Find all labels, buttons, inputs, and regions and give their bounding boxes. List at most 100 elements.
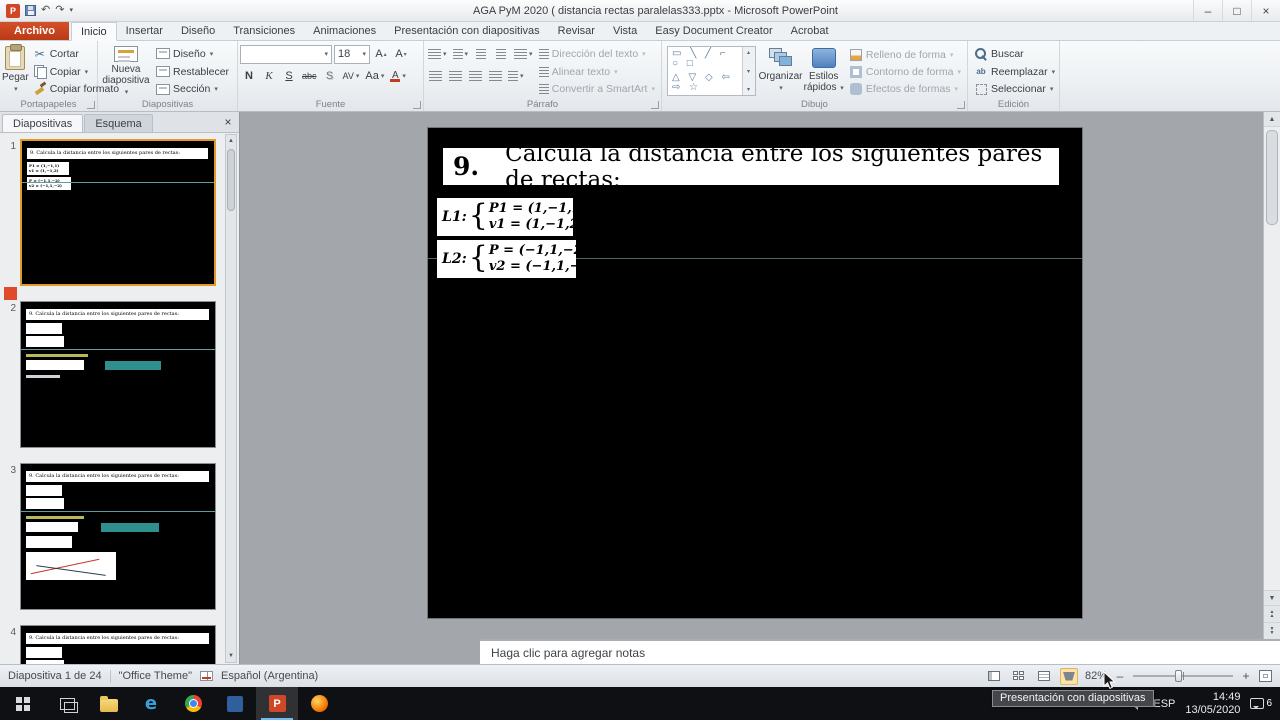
tab-presentacion[interactable]: Presentación con diapositivas xyxy=(385,22,549,40)
keyboard-language[interactable]: ESP xyxy=(1153,698,1175,710)
columns-button[interactable]: ▾ xyxy=(506,67,526,85)
next-slide-button[interactable]: ▼ ▼ xyxy=(1264,622,1280,639)
align-text-button[interactable]: Alinear texto ▾ xyxy=(535,63,659,81)
text-shadow-button[interactable]: S xyxy=(321,67,339,85)
normal-view-button[interactable] xyxy=(985,668,1003,685)
dialog-launcher-icon[interactable] xyxy=(957,101,965,109)
scrollbar-thumb[interactable] xyxy=(1266,130,1278,225)
select-button[interactable]: Seleccionar ▾ xyxy=(970,80,1059,98)
scroll-down-icon[interactable]: ▼ xyxy=(228,650,234,662)
slide-thumbnail-1[interactable]: 1 9. Calcula la distancia entre los sigu… xyxy=(2,139,223,286)
decrease-indent-button[interactable] xyxy=(472,45,490,63)
panel-close-icon[interactable]: × xyxy=(219,112,237,132)
layout-button[interactable]: Diseño ▾ xyxy=(152,45,233,63)
align-center-button[interactable] xyxy=(446,67,464,85)
tab-easy-document-creator[interactable]: Easy Document Creator xyxy=(646,22,781,40)
scroll-down-icon[interactable]: ▼ xyxy=(1264,590,1280,605)
redo-icon[interactable]: ↷ xyxy=(55,5,64,16)
slide-sorter-view-button[interactable] xyxy=(1010,668,1028,685)
convert-smartart-button[interactable]: Convertir a SmartArt ▾ xyxy=(535,80,659,98)
maximize-button[interactable]: □ xyxy=(1222,0,1251,21)
slide-thumbnail-4[interactable]: 4 9. Calcula la distancia entre los sigu… xyxy=(2,625,223,664)
align-left-button[interactable] xyxy=(426,67,444,85)
language-indicator[interactable]: Español (Argentina) xyxy=(221,670,318,682)
line2-textbox[interactable]: L2: { P = (−1,1,−2) v2 = (−1,1,−2) xyxy=(437,240,596,278)
thumbnails-scrollbar[interactable]: ▲ ▼ xyxy=(225,134,237,663)
slide-thumbnail-2[interactable]: 2 9. Calcula la distancia entre los sigu… xyxy=(2,301,223,448)
tab-insertar[interactable]: Insertar xyxy=(117,22,172,40)
thumbnail-canvas[interactable]: 9. Calcula la distancia entre los siguie… xyxy=(20,463,216,610)
tab-archivo[interactable]: Archivo xyxy=(0,22,69,40)
font-family-combo[interactable]: ▾ xyxy=(240,44,332,64)
reading-view-button[interactable] xyxy=(1035,668,1053,685)
bullets-button[interactable]: ▾ xyxy=(426,45,449,63)
scroll-up-icon[interactable]: ▲ xyxy=(1264,112,1280,127)
editor-scrollbar[interactable]: ▲ ▼ ▲ ▲ ▼ ▼ xyxy=(1263,112,1280,639)
scroll-down-icon[interactable]: ▾ xyxy=(747,68,750,75)
clock[interactable]: 14:49 13/05/2020 xyxy=(1185,691,1240,717)
chrome-button[interactable] xyxy=(172,687,214,720)
scroll-up-icon[interactable]: ▴ xyxy=(747,49,750,56)
gallery-more-icon[interactable]: ▾ xyxy=(747,86,750,93)
shrink-font-button[interactable]: A ▾ xyxy=(392,45,410,63)
slide-thumbnail-3[interactable]: 3 9. Calcula la distancia entre los sigu… xyxy=(2,463,223,610)
thumbnail-canvas[interactable]: 9. Calcula la distancia entre los siguie… xyxy=(20,139,216,286)
font-size-combo[interactable]: 18 ▾ xyxy=(334,44,370,64)
minimize-button[interactable]: – xyxy=(1193,0,1222,21)
action-center-button[interactable]: 6 xyxy=(1250,698,1272,709)
paste-button[interactable]: Pegar ▾ xyxy=(2,43,29,98)
bold-button[interactable]: N xyxy=(240,67,258,85)
tab-diseno[interactable]: Diseño xyxy=(172,22,224,40)
tab-esquema-panel[interactable]: Esquema xyxy=(84,114,153,132)
tab-revisar[interactable]: Revisar xyxy=(549,22,604,40)
grow-font-button[interactable]: A ▴ xyxy=(372,45,390,63)
arrange-button[interactable]: Organizar ▾ xyxy=(759,43,802,98)
thumbnail-canvas[interactable]: 9. Calcula la distancia entre los siguie… xyxy=(20,625,216,664)
fit-to-window-icon[interactable] xyxy=(1259,670,1272,682)
line1-textbox[interactable]: L1: { P1 = (1,−1,1) v1 = (1,−1,2) xyxy=(437,198,587,236)
section-button[interactable]: Sección ▾ xyxy=(152,80,233,98)
tab-inicio[interactable]: Inicio xyxy=(70,22,117,41)
dialog-launcher-icon[interactable] xyxy=(413,101,421,109)
quick-styles-button[interactable]: Estilos rápidos ▾ xyxy=(802,43,844,98)
dialog-launcher-icon[interactable] xyxy=(651,101,659,109)
tab-animaciones[interactable]: Animaciones xyxy=(304,22,385,40)
align-right-button[interactable] xyxy=(466,67,484,85)
text-direction-button[interactable]: Dirección del texto ▾ xyxy=(535,45,659,63)
shape-fill-button[interactable]: Relleno de forma ▾ xyxy=(845,46,965,63)
thumbnail-canvas[interactable]: 9. Calcula la distancia entre los siguie… xyxy=(20,301,216,448)
tab-acrobat[interactable]: Acrobat xyxy=(782,22,838,40)
start-button[interactable] xyxy=(0,687,46,720)
scroll-up-icon[interactable]: ▲ xyxy=(228,135,234,147)
tab-diapositivas-panel[interactable]: Diapositivas xyxy=(2,114,84,132)
firefox-button[interactable] xyxy=(298,687,340,720)
justify-button[interactable] xyxy=(486,67,504,85)
shape-outline-button[interactable]: Contorno de forma ▾ xyxy=(845,63,965,80)
scrollbar-track[interactable] xyxy=(1264,127,1280,590)
change-case-button[interactable]: Aa ▾ xyxy=(363,67,386,85)
scrollbar-thumb[interactable] xyxy=(227,149,235,211)
slide-canvas[interactable]: 9. Calcula la distancia entre los siguie… xyxy=(428,128,1082,618)
zoom-in-button[interactable]: + xyxy=(1240,670,1252,682)
strikethrough-button[interactable]: abc xyxy=(300,67,319,85)
undo-icon[interactable]: ↶ xyxy=(41,5,50,16)
find-button[interactable]: Buscar xyxy=(970,45,1059,63)
tab-transiciones[interactable]: Transiciones xyxy=(224,22,304,40)
file-explorer-button[interactable] xyxy=(88,687,130,720)
zoom-slider-thumb[interactable] xyxy=(1175,670,1182,682)
increase-indent-button[interactable] xyxy=(492,45,510,63)
shape-effects-button[interactable]: Efectos de formas ▾ xyxy=(845,81,965,98)
shapes-gallery-scrollbar[interactable]: ▴ ▾ ▾ xyxy=(741,47,755,95)
zoom-slider[interactable] xyxy=(1133,670,1233,682)
character-spacing-button[interactable]: AV ▾ xyxy=(341,67,362,85)
qat-customize-icon[interactable]: ▾ xyxy=(69,7,73,14)
numbering-button[interactable]: ▾ xyxy=(451,45,471,63)
reset-button[interactable]: Restablecer xyxy=(152,63,233,81)
new-slide-button[interactable]: Nueva diapositiva ▾ xyxy=(100,43,152,98)
powerpoint-taskbar-button[interactable]: P xyxy=(256,687,298,720)
task-view-button[interactable] xyxy=(46,687,88,720)
slide-title-placeholder[interactable]: 9. Calcula la distancia entre los siguie… xyxy=(443,141,1059,193)
font-color-button[interactable]: A ▾ xyxy=(388,67,408,85)
save-icon[interactable] xyxy=(25,5,36,16)
spellcheck-icon[interactable] xyxy=(200,671,213,681)
